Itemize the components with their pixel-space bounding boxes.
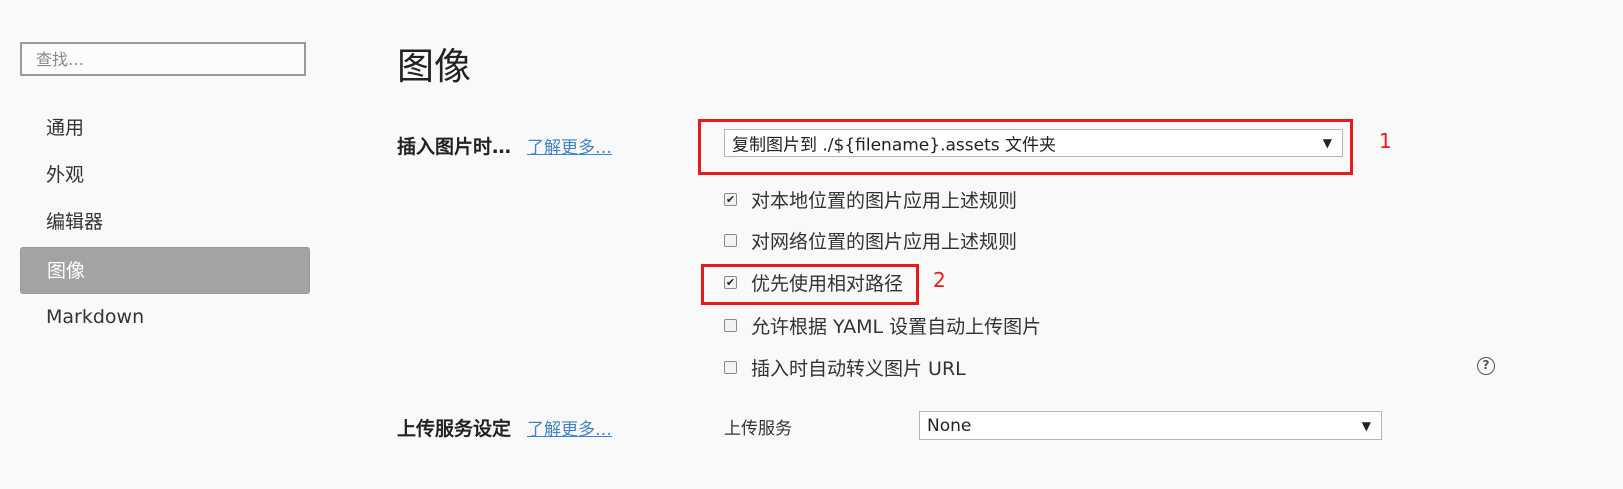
apply-network-checkbox[interactable] [724,233,737,247]
option-escape-url-row[interactable]: 插入时自动转义图片 URL [724,355,966,380]
search-field[interactable] [20,42,306,76]
option-yaml-upload-row[interactable]: 允许根据 YAML 设置自动上传图片 [724,313,1042,338]
sidebar-item-appearance[interactable]: 外观 [20,152,310,199]
upload-service-select[interactable]: None ▼ [919,411,1382,440]
yaml-upload-checkbox[interactable] [724,318,737,332]
annotation-marker-2: 2 [933,268,946,292]
option-label: 对网络位置的图片应用上述规则 [751,230,1018,253]
annotation-marker-1: 1 [1379,129,1392,153]
upload-learn-more-link[interactable]: 了解更多… [527,415,612,440]
annotation-box-1 [698,119,1353,175]
sidebar-item-label: 图像 [47,260,86,282]
option-apply-local-row[interactable]: ✔ 对本地位置的图片应用上述规则 [724,187,1018,212]
escape-url-checkbox[interactable] [724,360,737,374]
chevron-down-icon: ▼ [1361,418,1371,433]
sidebar-item-editor[interactable]: 编辑器 [20,199,310,246]
sidebar-item-image[interactable]: 图像 [20,247,310,294]
option-apply-network-row[interactable]: 对网络位置的图片应用上述规则 [724,228,1018,253]
upload-service-value: None [927,415,972,436]
insert-learn-more-link[interactable]: 了解更多… [527,133,612,158]
help-icon[interactable]: ? [1477,357,1495,375]
upload-service-label: 上传服务 [724,419,792,439]
upload-service-section-label: 上传服务设定 [397,418,512,440]
sidebar-item-label: 编辑器 [46,211,104,233]
sidebar-item-label: 外观 [46,164,85,186]
sidebar-item-markdown[interactable]: Markdown [20,294,310,341]
sidebar-item-label: Markdown [46,306,145,328]
preferences-window: 通用 外观 编辑器 图像 Markdown 图像 插入图片时… 了解更多… 复制… [0,0,1623,489]
search-input[interactable] [22,44,304,74]
annotation-box-2 [701,264,919,305]
apply-local-checkbox[interactable]: ✔ [724,192,737,206]
option-label: 对本地位置的图片应用上述规则 [751,189,1018,212]
option-label: 允许根据 YAML 设置自动上传图片 [751,315,1042,338]
insert-image-label: 插入图片时… [397,136,512,158]
option-label: 插入时自动转义图片 URL [751,357,966,380]
sidebar-item-general[interactable]: 通用 [20,105,310,152]
sidebar-item-label: 通用 [46,117,85,139]
page-title: 图像 [397,45,471,88]
